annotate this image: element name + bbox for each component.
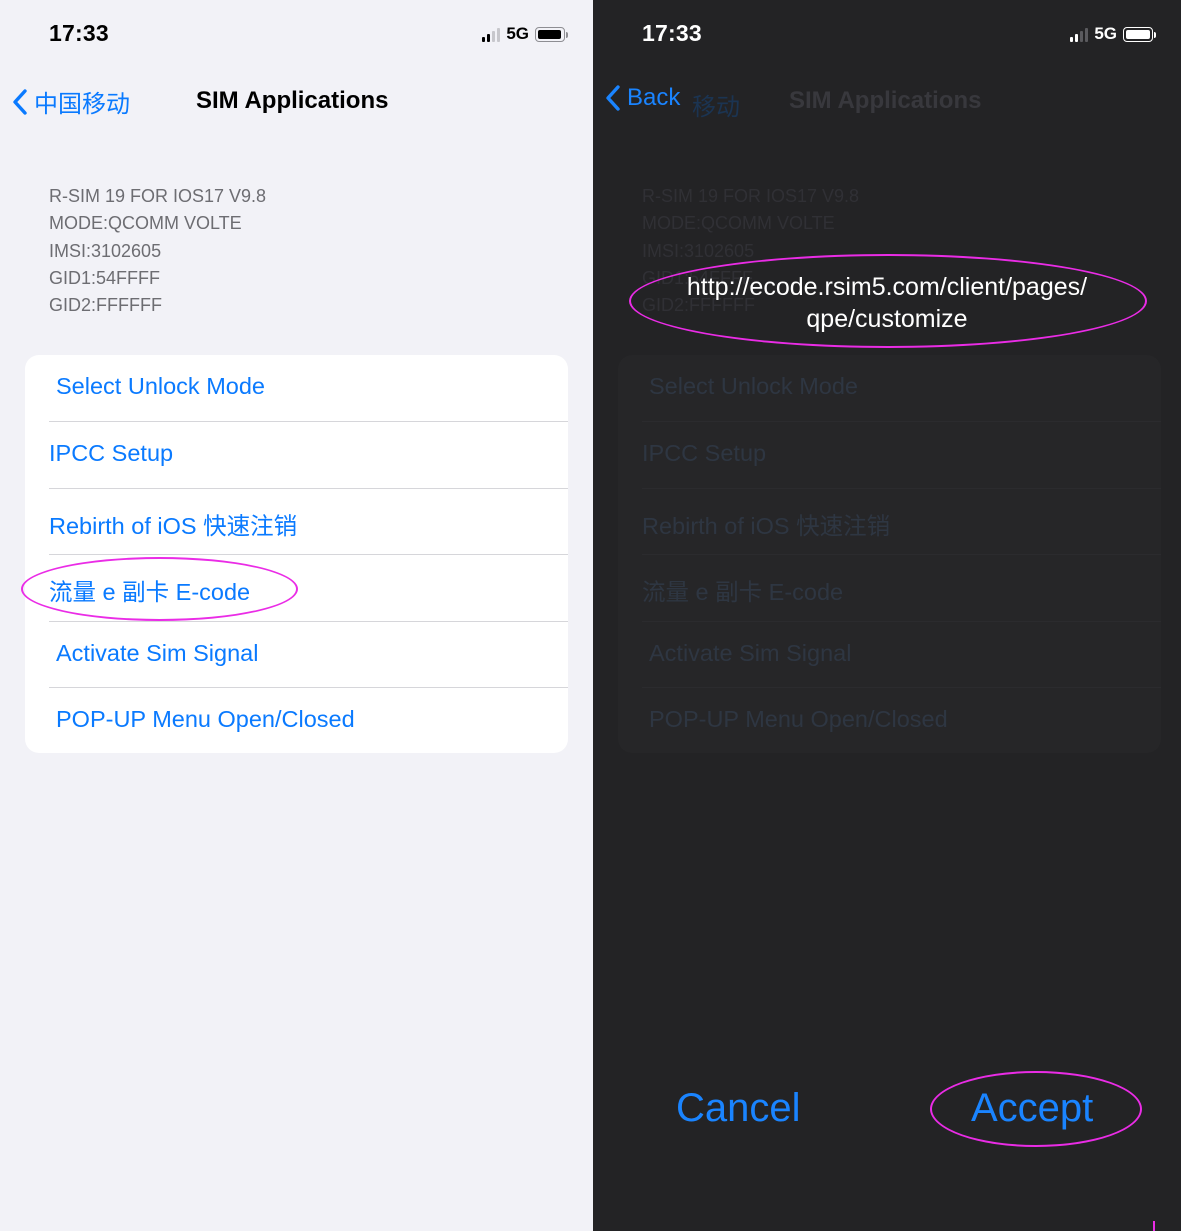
chevron-left-icon: [13, 88, 27, 115]
menu-item-label: Select Unlock Mode: [649, 373, 858, 399]
info-line: IMSI:3102605: [642, 240, 755, 261]
menu-item-select-unlock-mode: Select Unlock Mode: [618, 355, 1161, 421]
dimmed-back-label: 移动: [692, 94, 740, 121]
chevron-left-icon: [606, 85, 620, 111]
info-line: R-SIM 19 FOR IOS17 V9.8: [642, 186, 860, 206]
menu-item-ipcc-setup[interactable]: IPCC Setup: [25, 422, 568, 488]
status-icons: 5G: [1070, 24, 1156, 44]
menu-item-label[interactable]: Rebirth of iOS 快速注销: [49, 507, 297, 541]
menu-item-label: 流量 e 副卡 E-code: [642, 579, 844, 605]
sim-info-block: R-SIM 19 FOR IOS17 V9.8 MODE:QCOMM VOLTE…: [49, 183, 266, 319]
menu-item-label[interactable]: POP-UP Menu Open/Closed: [56, 706, 355, 733]
status-time: 17:33: [642, 20, 702, 46]
menu-item-label[interactable]: IPCC Setup: [49, 440, 173, 467]
page-title: SIM Applications: [196, 87, 389, 114]
alert-url-line-2: qpe/customize: [806, 305, 968, 333]
navigation-bar: Back 移动 SIM Applications: [593, 80, 1181, 124]
alert-url-line-1: http://ecode.rsim5.com/client/pages/: [686, 273, 1088, 301]
menu-item-activate-sim-signal[interactable]: Activate Sim Signal: [25, 622, 568, 688]
cellular-signal-icon: [482, 26, 501, 42]
annotation-mark: [1153, 1221, 1155, 1231]
cancel-button[interactable]: Cancel: [676, 1086, 801, 1131]
info-line: MODE:QCOMM VOLTE: [49, 213, 242, 234]
status-icons: 5G: [482, 24, 568, 44]
info-line: GID1:54FFFF: [49, 267, 161, 288]
menu-item-label: POP-UP Menu Open/Closed: [649, 706, 948, 732]
back-button[interactable]: Back: [605, 84, 680, 112]
menu-item-label[interactable]: Activate Sim Signal: [56, 640, 258, 667]
menu-item-popup-menu: POP-UP Menu Open/Closed: [618, 688, 1161, 754]
info-line: GID2:FFFFFF: [49, 295, 162, 316]
menu-item-rebirth-of-ios[interactable]: Rebirth of iOS 快速注销: [25, 489, 568, 555]
back-button-label: 中国移动: [34, 91, 130, 118]
menu-item-rebirth-of-ios: Rebirth of iOS 快速注销: [618, 489, 1161, 555]
menu-item-popup-menu[interactable]: POP-UP Menu Open/Closed: [25, 688, 568, 754]
info-line: IMSI:3102605: [49, 240, 162, 261]
info-line: MODE:QCOMM VOLTE: [642, 213, 835, 234]
alert-message: http://ecode.rsim5.com/client/pages/ qpe…: [593, 271, 1181, 335]
menu-item-label: Activate Sim Signal: [649, 640, 852, 666]
menu-item-ecode[interactable]: 流量 e 副卡 E-code: [25, 555, 568, 621]
right-screenshot-panel: 17:33 5G Back 移动 SIM Applications R-SIM …: [593, 0, 1181, 1231]
cellular-signal-icon: [1070, 26, 1089, 42]
menu-item-label: Rebirth of iOS 快速注销: [642, 513, 891, 539]
menu-item-label: IPCC Setup: [642, 440, 767, 466]
sim-applications-menu: Select Unlock Mode IPCC Setup Rebirth of…: [618, 355, 1161, 753]
network-type-label: 5G: [506, 24, 529, 43]
accept-button[interactable]: Accept: [971, 1086, 1093, 1131]
menu-item-ecode: 流量 e 副卡 E-code: [618, 555, 1161, 621]
menu-item-ipcc-setup: IPCC Setup: [618, 422, 1161, 488]
menu-item-select-unlock-mode[interactable]: Select Unlock Mode: [25, 355, 568, 421]
info-line: R-SIM 19 FOR IOS17 V9.8: [49, 186, 267, 206]
left-screenshot-panel: 17:33 5G 中国移动 SIM Applications R-SIM 19 …: [0, 0, 593, 1231]
menu-item-label[interactable]: 流量 e 副卡 E-code: [49, 573, 250, 607]
menu-item-label[interactable]: Select Unlock Mode: [56, 373, 265, 400]
battery-icon: [535, 26, 568, 42]
back-button-label: Back: [627, 84, 681, 111]
battery-icon: [1123, 26, 1156, 42]
navigation-bar: 中国移动 SIM Applications: [0, 80, 593, 124]
page-title: SIM Applications: [789, 87, 982, 114]
menu-item-activate-sim-signal: Activate Sim Signal: [618, 622, 1161, 688]
back-button[interactable]: 中国移动: [12, 84, 130, 119]
status-time: 17:33: [49, 20, 109, 46]
network-type-label: 5G: [1094, 24, 1117, 43]
sim-applications-menu: Select Unlock Mode IPCC Setup Rebirth of…: [25, 355, 568, 753]
